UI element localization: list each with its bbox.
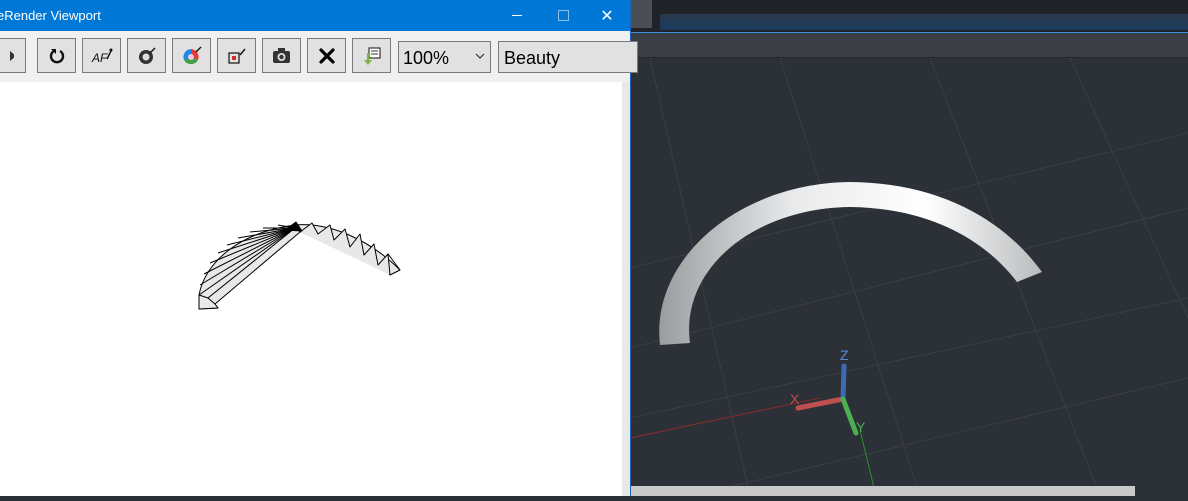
color-wheel-icon	[182, 46, 201, 64]
ribbon-highlight	[660, 14, 1188, 30]
wireframe-render	[198, 221, 401, 310]
render-viewport-window: eRender Viewport ✕ AF 100% Beauty	[0, 0, 638, 496]
render-mode-value: Beauty	[504, 48, 561, 68]
stop-close-icon	[318, 47, 335, 64]
af-region-icon: AF	[91, 48, 112, 65]
chevron-down-icon	[475, 53, 485, 59]
viewport-horizontal-scrollbar[interactable]	[630, 486, 1135, 496]
minimize-icon	[512, 15, 522, 16]
close-button[interactable]: ✕	[584, 0, 630, 31]
axis-gizmo: X Z Y	[790, 347, 866, 436]
gizmo-z-arm	[840, 363, 847, 402]
maximize-icon	[557, 10, 569, 21]
cad-top-ribbon	[630, 0, 1188, 33]
3d-viewport[interactable]: X Z Y	[630, 58, 1188, 496]
region-select-icon	[227, 48, 246, 64]
ring-model[interactable]	[659, 182, 1042, 345]
3d-viewport-scene: X Z Y	[630, 58, 1188, 496]
render-mode-dropdown[interactable]: Beauty	[498, 41, 638, 73]
render-toolbar: AF 100% Beauty	[0, 31, 638, 81]
gizmo-z-label: Z	[840, 347, 849, 363]
snapshot-button[interactable]	[262, 38, 301, 73]
start-render-button[interactable]	[0, 38, 26, 73]
gizmo-x-label: X	[790, 391, 800, 407]
render-output-canvas[interactable]	[0, 82, 622, 496]
ring-wireframe-mesh	[198, 221, 401, 310]
render-settings-button[interactable]	[127, 38, 166, 73]
camera-snapshot-icon	[272, 47, 290, 63]
cad-secondary-toolbar	[630, 33, 1188, 58]
zoom-dropdown[interactable]: 100%	[398, 41, 491, 73]
gizmo-x-arm	[795, 396, 846, 411]
maximize-button[interactable]	[540, 0, 586, 31]
auto-focus-region-button[interactable]: AF	[82, 38, 121, 73]
refresh-render-button[interactable]	[37, 38, 76, 73]
stop-render-button[interactable]	[307, 38, 346, 73]
ground-grid	[630, 58, 1188, 496]
export-image-button[interactable]	[352, 38, 391, 73]
gizmo-y-arm	[840, 396, 859, 436]
color-correction-button[interactable]	[172, 38, 211, 73]
window-titlebar[interactable]: eRender Viewport ✕	[0, 0, 630, 31]
canvas-vertical-scrollbar[interactable]	[622, 82, 630, 496]
render-settings-icon	[138, 47, 155, 64]
svg-text:AF: AF	[91, 51, 108, 65]
gizmo-y-label: Y	[856, 419, 866, 435]
export-image-icon	[363, 46, 381, 65]
refresh-icon	[49, 48, 64, 63]
zoom-value: 100%	[403, 48, 450, 68]
play-icon	[9, 50, 14, 61]
window-title: eRender Viewport	[0, 8, 101, 23]
ribbon-tab-strip	[630, 0, 652, 28]
close-icon: ✕	[600, 7, 614, 25]
minimize-button[interactable]	[494, 0, 540, 31]
region-render-button[interactable]	[217, 38, 256, 73]
